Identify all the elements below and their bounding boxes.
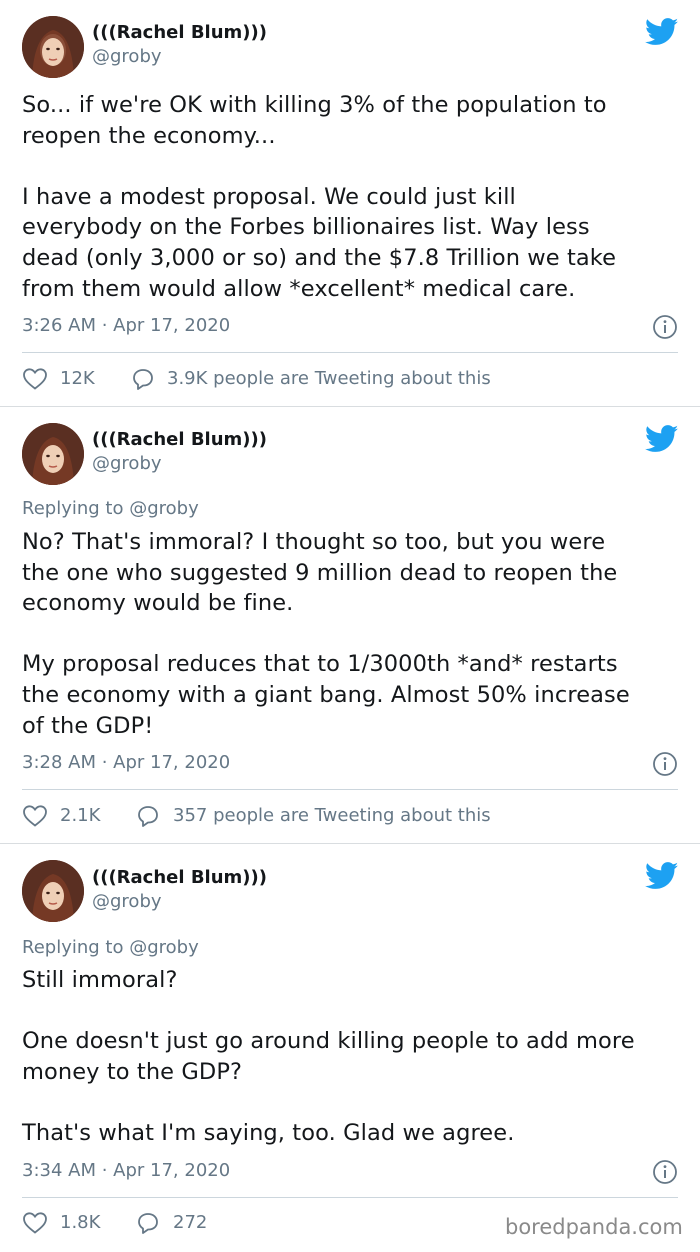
tweet-text-line: Still immoral? — [22, 967, 178, 993]
tweet-text-line: So... if we're OK with killing 3% of the… — [22, 92, 607, 118]
tweet-text-line: One doesn't just go around killing peopl… — [22, 1028, 635, 1055]
tweet-text-gap — [22, 1087, 682, 1118]
divider — [22, 789, 678, 790]
tweet-text-gap — [22, 151, 682, 182]
tweet-text: Still immoral? One doesn't just go aroun… — [22, 965, 682, 1149]
like-count[interactable]: 2.1K — [60, 805, 100, 826]
tweet-text: So... if we're OK with killing 3% of the… — [22, 90, 682, 304]
info-icon[interactable] — [652, 1159, 678, 1185]
timestamp[interactable]: 3:34 AM · Apr 17, 2020 — [22, 1160, 230, 1181]
info-icon[interactable] — [652, 751, 678, 777]
tweet-text-gap — [22, 619, 682, 650]
tweet-text-line: money to the GDP? — [22, 1058, 243, 1085]
divider — [22, 352, 678, 353]
replying-to[interactable]: Replying to @groby — [22, 937, 199, 958]
tweet-text: No? That's immoral? I thought so too, bu… — [22, 527, 682, 741]
tweet-text-line: the one who suggested 9 million dead to … — [22, 559, 618, 586]
user-handle[interactable]: @groby — [92, 46, 162, 67]
heart-icon[interactable] — [22, 804, 48, 828]
tweet-text-line: dead (only 3,000 or so) and the $7.8 Tri… — [22, 244, 617, 271]
like-count[interactable]: 1.8K — [60, 1212, 100, 1233]
twitter-bird-icon[interactable] — [645, 425, 679, 453]
tweet-text-line: reopen the economy... — [22, 122, 276, 149]
divider — [22, 1197, 678, 1198]
user-handle[interactable]: @groby — [92, 891, 162, 912]
tweet-1: (((Rachel Blum))) @groby So... if we're … — [0, 0, 700, 406]
tweet-text-line: the economy with a giant bang. Almost 50… — [22, 681, 630, 708]
tweet-3: (((Rachel Blum))) @groby Replying to @gr… — [0, 844, 700, 1252]
timestamp[interactable]: 3:28 AM · Apr 17, 2020 — [22, 752, 230, 773]
display-name[interactable]: (((Rachel Blum))) — [92, 867, 267, 888]
avatar[interactable] — [22, 423, 84, 485]
twitter-bird-icon[interactable] — [645, 862, 679, 890]
tweet-text-line: economy would be fine. — [22, 590, 294, 617]
watermark: boredpanda.com — [505, 1215, 683, 1239]
tweet-text-line: No? That's immoral? I thought so too, bu… — [22, 529, 606, 555]
speech-bubble-icon[interactable] — [130, 367, 156, 391]
heart-icon[interactable] — [22, 1211, 48, 1235]
tweet-text-line: My proposal reduces that to 1/3000th *an… — [22, 651, 618, 678]
tweet-text-line: That's what I'm saying, too. Glad we agr… — [22, 1119, 515, 1146]
user-handle[interactable]: @groby — [92, 453, 162, 474]
reply-count[interactable]: 272 — [173, 1212, 207, 1233]
tweet-text-line: I have a modest proposal. We could just … — [22, 183, 516, 210]
replying-to[interactable]: Replying to @groby — [22, 498, 199, 519]
conversation-link[interactable]: 357 people are Tweeting about this — [173, 805, 491, 826]
timestamp[interactable]: 3:26 AM · Apr 17, 2020 — [22, 315, 230, 336]
twitter-bird-icon[interactable] — [645, 18, 679, 46]
display-name[interactable]: (((Rachel Blum))) — [92, 22, 267, 43]
info-icon[interactable] — [652, 314, 678, 340]
display-name[interactable]: (((Rachel Blum))) — [92, 429, 267, 450]
speech-bubble-icon[interactable] — [135, 1211, 161, 1235]
avatar[interactable] — [22, 860, 84, 922]
like-count[interactable]: 12K — [60, 368, 95, 389]
avatar[interactable] — [22, 16, 84, 78]
tweet-text-gap — [22, 996, 682, 1027]
tweet-text-line: everybody on the Forbes billionaires lis… — [22, 214, 590, 241]
conversation-link[interactable]: 3.9K people are Tweeting about this — [167, 368, 491, 389]
tweet-text-line: from them would allow *excellent* medica… — [22, 275, 576, 302]
heart-icon[interactable] — [22, 367, 48, 391]
tweet-2: (((Rachel Blum))) @groby Replying to @gr… — [0, 407, 700, 843]
speech-bubble-icon[interactable] — [135, 804, 161, 828]
tweet-text-line: of the GDP! — [22, 712, 154, 739]
